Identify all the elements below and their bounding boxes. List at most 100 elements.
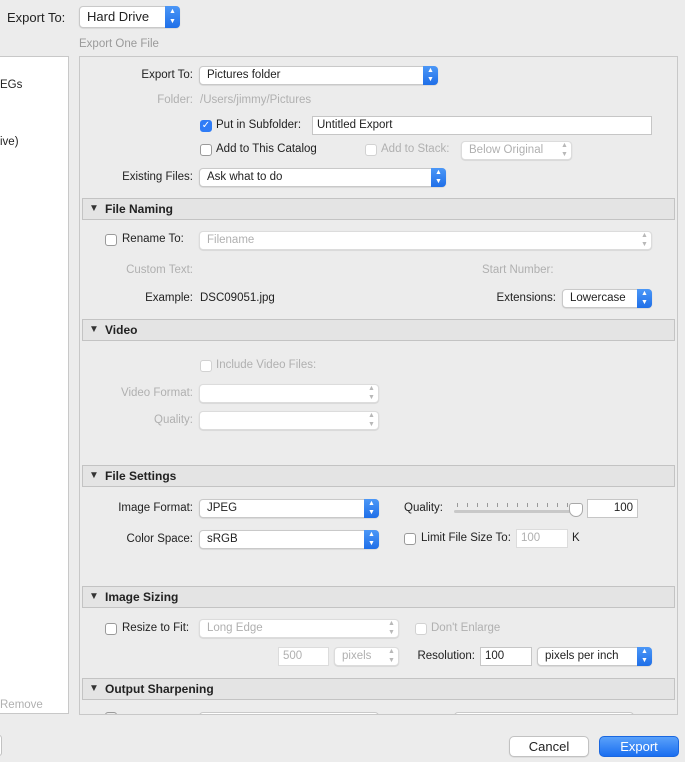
example-label: Example:: [145, 292, 193, 304]
limit-size-input[interactable]: 100: [516, 529, 568, 548]
video-format-popup[interactable]: ▲ ▼: [199, 384, 379, 403]
chevron-updown-icon: ▲ ▼: [364, 530, 379, 549]
slider-tick: [497, 503, 498, 507]
preset-list[interactable]: [0, 56, 69, 714]
add-stack-popup[interactable]: Below Original ▲ ▼: [461, 141, 572, 160]
chevron-updown-icon: ▲ ▼: [637, 647, 652, 666]
dont-enlarge-checkbox[interactable]: [415, 623, 427, 635]
remove-button[interactable]: Remove: [0, 699, 43, 711]
disclosure-triangle-icon: ▼: [89, 591, 99, 602]
export-to-value: Pictures folder: [207, 69, 281, 81]
chevron-updown-icon: ▲ ▼: [368, 412, 375, 428]
add-button[interactable]: [0, 735, 2, 756]
export-button[interactable]: Export: [599, 736, 679, 757]
cancel-button[interactable]: Cancel: [509, 736, 589, 757]
clipped-sharpening-row: [80, 710, 677, 714]
limit-size-unit: K: [572, 532, 580, 544]
resize-label: Resize to Fit:: [122, 622, 190, 634]
disclosure-triangle-icon: ▼: [89, 683, 99, 694]
chevron-updown-icon: ▲ ▼: [165, 6, 180, 28]
subtitle: Export One File: [79, 38, 159, 50]
video-quality-label: Quality:: [154, 414, 193, 426]
disclosure-triangle-icon: ▼: [89, 203, 99, 214]
slider-tick: [477, 503, 478, 507]
quality-slider-thumb[interactable]: [569, 503, 583, 517]
rename-popup[interactable]: Filename ▲ ▼: [199, 231, 652, 250]
color-space-popup[interactable]: sRGB ▲ ▼: [199, 530, 379, 549]
section-video[interactable]: ▼ Video: [82, 319, 675, 341]
export-to-popup[interactable]: Pictures folder ▲ ▼: [199, 66, 438, 85]
include-video-label: Include Video Files:: [216, 359, 317, 371]
video-quality-popup[interactable]: ▲ ▼: [199, 411, 379, 430]
quality-input[interactable]: 100: [587, 499, 638, 518]
rename-label: Rename To:: [122, 233, 184, 245]
section-file-settings[interactable]: ▼ File Settings: [82, 465, 675, 487]
add-catalog-checkbox[interactable]: [200, 144, 212, 156]
size-input[interactable]: 500: [278, 647, 329, 666]
resolution-unit-value: pixels per inch: [545, 650, 619, 662]
disclosure-triangle-icon: ▼: [89, 324, 99, 335]
quality-slider[interactable]: [454, 510, 580, 513]
folder-path: /Users/jimmy/Pictures: [200, 94, 312, 106]
export-destination-value: Hard Drive: [87, 9, 150, 24]
chevron-updown-icon: ▲ ▼: [364, 499, 379, 518]
resize-popup[interactable]: Long Edge ▲ ▼: [199, 619, 399, 638]
section-title: File Settings: [105, 469, 177, 483]
image-format-popup[interactable]: JPEG ▲ ▼: [199, 499, 379, 518]
start-number-label: Start Number:: [482, 264, 554, 276]
slider-tick: [507, 503, 508, 507]
add-catalog-label: Add to This Catalog: [216, 143, 317, 155]
include-video-checkbox[interactable]: [200, 360, 212, 372]
section-file-naming[interactable]: ▼ File Naming: [82, 198, 675, 220]
add-stack-value: Below Original: [469, 144, 544, 156]
resize-value: Long Edge: [207, 622, 263, 634]
resolution-unit-popup[interactable]: pixels per inch ▲ ▼: [537, 647, 652, 666]
custom-text-label: Custom Text:: [126, 264, 193, 276]
slider-tick: [457, 503, 458, 507]
limit-size-checkbox[interactable]: [404, 533, 416, 545]
section-title: Image Sizing: [105, 590, 179, 604]
slider-tick: [567, 503, 568, 507]
image-format-label: Image Format:: [118, 502, 193, 514]
image-format-value: JPEG: [207, 502, 238, 514]
section-image-sizing[interactable]: ▼ Image Sizing: [82, 586, 675, 608]
chevron-updown-icon: ▲ ▼: [368, 385, 375, 401]
section-output-sharpening[interactable]: ▼ Output Sharpening: [82, 678, 675, 700]
export-to-label: Export To:: [7, 10, 66, 25]
preset-item-2[interactable]: ive): [0, 136, 19, 148]
dont-enlarge-label: Don't Enlarge: [431, 622, 501, 634]
section-title: File Naming: [105, 202, 174, 216]
export-to-field-label: Export To:: [141, 69, 193, 81]
resolution-input[interactable]: 100: [480, 647, 532, 666]
slider-tick: [527, 503, 528, 507]
extensions-label: Extensions:: [496, 292, 556, 304]
chevron-updown-icon: ▲ ▼: [388, 620, 395, 636]
slider-tick: [547, 503, 548, 507]
video-format-label: Video Format:: [120, 387, 193, 399]
resize-checkbox[interactable]: [105, 623, 117, 635]
subfolder-checkbox[interactable]: ✓: [200, 120, 212, 132]
slider-tick: [467, 503, 468, 507]
existing-files-label: Existing Files:: [122, 171, 193, 183]
chevron-updown-icon: ▲ ▼: [388, 648, 395, 664]
existing-files-popup[interactable]: Ask what to do ▲ ▼: [199, 168, 446, 187]
preset-item-1[interactable]: EGs: [0, 79, 22, 91]
existing-files-value: Ask what to do: [207, 171, 283, 183]
limit-size-label: Limit File Size To:: [421, 532, 511, 544]
disclosure-triangle-icon: ▼: [89, 470, 99, 481]
extensions-value: Lowercase: [570, 292, 626, 304]
size-unit-value: pixels: [342, 650, 372, 662]
chevron-updown-icon: ▲ ▼: [431, 168, 446, 187]
color-space-value: sRGB: [207, 533, 238, 545]
color-space-label: Color Space:: [126, 533, 193, 545]
size-unit-popup[interactable]: pixels ▲ ▼: [334, 647, 399, 666]
subfolder-input[interactable]: Untitled Export: [312, 116, 652, 135]
add-stack-label: Add to Stack:: [381, 143, 450, 155]
chevron-updown-icon: ▲ ▼: [561, 142, 568, 158]
extensions-popup[interactable]: Lowercase ▲ ▼: [562, 289, 652, 308]
slider-tick: [517, 503, 518, 507]
chevron-updown-icon: ▲ ▼: [423, 66, 438, 85]
export-destination-popup[interactable]: Hard Drive ▲ ▼: [79, 6, 180, 28]
add-stack-checkbox[interactable]: [365, 144, 377, 156]
rename-checkbox[interactable]: [105, 234, 117, 246]
